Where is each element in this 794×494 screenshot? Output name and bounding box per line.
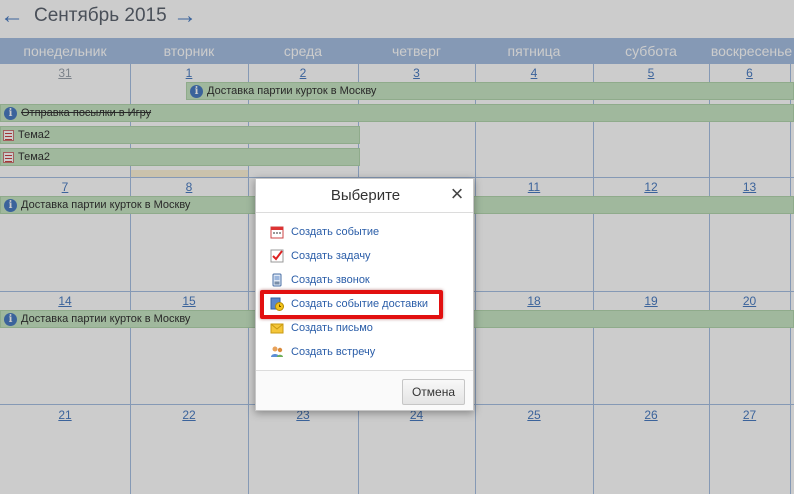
dialog-footer: Отмена	[256, 370, 473, 410]
menu-item-label: Создать задачу	[291, 250, 371, 262]
dialog-header: Выберите ×	[256, 179, 473, 213]
highlight-annotation	[260, 290, 443, 319]
dialog-title: Выберите	[330, 187, 401, 204]
close-icon[interactable]: ×	[447, 183, 467, 205]
create-event-item[interactable]: Создать событие	[270, 223, 379, 241]
create-meeting-item[interactable]: Создать встречу	[270, 343, 375, 361]
calendar-event-icon	[270, 225, 284, 239]
cancel-button[interactable]: Отмена	[402, 379, 465, 405]
menu-item-label: Создать письмо	[291, 322, 373, 334]
envelope-icon	[270, 321, 284, 335]
phone-icon	[270, 273, 284, 287]
menu-item-label: Создать событие	[291, 226, 380, 238]
menu-item-label: Создать звонок	[291, 274, 370, 286]
menu-item-label: Создать встречу	[291, 346, 376, 358]
create-call-item[interactable]: Создать звонок	[270, 271, 370, 289]
meeting-people-icon	[270, 345, 284, 359]
create-email-item[interactable]: Создать письмо	[270, 319, 373, 337]
task-check-icon	[270, 249, 284, 263]
create-task-item[interactable]: Создать задачу	[270, 247, 371, 265]
